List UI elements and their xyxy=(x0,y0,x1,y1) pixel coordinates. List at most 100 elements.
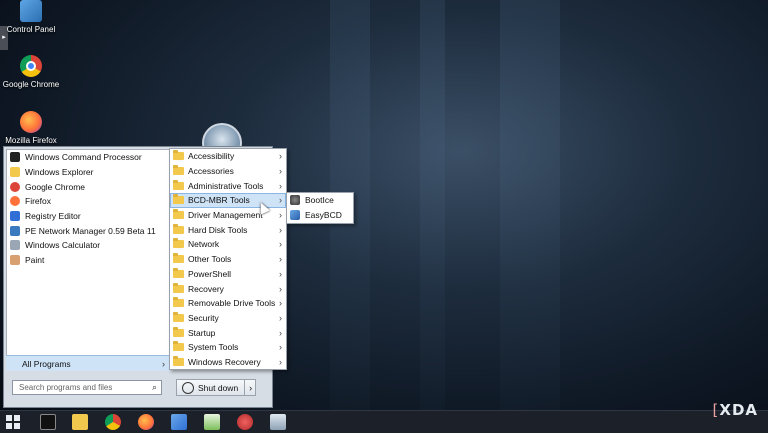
menu-item-security[interactable]: Security › xyxy=(170,311,286,326)
program-explorer[interactable]: Windows Explorer xyxy=(7,165,169,180)
chevron-right-icon: › xyxy=(279,327,282,338)
program-cmd[interactable]: Windows Command Processor xyxy=(7,150,169,165)
folder-icon xyxy=(10,167,20,178)
registry-icon[interactable] xyxy=(171,414,187,430)
divider xyxy=(244,380,246,395)
chevron-right-icon: › xyxy=(279,356,282,367)
desktop-icon-firefox[interactable]: Mozilla Firefox xyxy=(0,111,62,145)
chrome-icon xyxy=(10,181,20,192)
chevron-right-icon: › xyxy=(279,210,282,221)
paint-icon xyxy=(10,255,20,266)
all-programs-button[interactable]: All Programs › xyxy=(6,355,170,371)
menu-item-powershell[interactable]: PowerShell › xyxy=(170,267,286,282)
menu-item-bootice[interactable]: BootIce xyxy=(287,193,353,208)
menu-item-accessories[interactable]: Accessories › xyxy=(170,164,286,179)
program-label: Firefox xyxy=(25,196,51,207)
chevron-right-icon: › xyxy=(279,254,282,265)
chrome-icon[interactable] xyxy=(105,414,121,430)
calculator-icon xyxy=(10,240,20,251)
shutdown-label: Shut down xyxy=(198,382,239,393)
program-label: Google Chrome xyxy=(25,181,86,192)
chevron-right-icon[interactable]: › xyxy=(249,383,252,393)
control-panel-icon xyxy=(20,0,42,22)
menu-item-other-tools[interactable]: Other Tools › xyxy=(170,252,286,267)
folder-icon xyxy=(173,311,184,322)
chevron-right-icon: › xyxy=(279,180,282,191)
registry-icon xyxy=(10,211,20,222)
chevron-right-icon: › xyxy=(279,268,282,279)
menu-item-network[interactable]: Network › xyxy=(170,237,286,252)
shutdown-button[interactable]: Shut down › xyxy=(176,379,256,396)
program-firefox[interactable]: Firefox xyxy=(7,194,169,209)
start-icon[interactable] xyxy=(6,415,20,429)
program-paint[interactable]: Paint xyxy=(7,253,169,268)
start-menu-programs-list: Windows Command Processor Windows Explor… xyxy=(6,149,170,371)
menu-item-label: Other Tools xyxy=(188,254,232,265)
program-label: Windows Explorer xyxy=(25,167,94,178)
program-registry-editor[interactable]: Registry Editor xyxy=(7,209,169,224)
easybcd-icon xyxy=(290,210,300,221)
menu-item-label: EasyBCD xyxy=(305,210,342,221)
firefox-icon xyxy=(20,111,42,133)
menu-item-removable-drive-tools[interactable]: Removable Drive Tools › xyxy=(170,296,286,311)
calculator-icon[interactable] xyxy=(270,414,286,430)
chrome-icon xyxy=(20,55,42,77)
menu-item-label: BootIce xyxy=(305,195,334,206)
folder-icon xyxy=(173,267,184,278)
folder-icon xyxy=(173,194,184,205)
program-chrome[interactable]: Google Chrome xyxy=(7,179,169,194)
firefox-icon[interactable] xyxy=(138,414,154,430)
folder-icon xyxy=(173,341,184,352)
desktop-icon-control-panel[interactable]: Control Panel xyxy=(0,0,62,34)
desktop-icon-label: Mozilla Firefox xyxy=(5,136,57,145)
chevron-right-icon: › xyxy=(279,283,282,294)
menu-item-label: Windows Recovery xyxy=(188,356,261,367)
cmd-icon[interactable] xyxy=(40,414,56,430)
bootice-icon xyxy=(290,195,300,206)
program-calculator[interactable]: Windows Calculator xyxy=(7,238,169,253)
chevron-right-icon: › xyxy=(279,224,282,235)
cmd-icon xyxy=(10,152,20,163)
menu-item-label: Hard Disk Tools xyxy=(188,224,248,235)
search-input[interactable]: Search programs and files ⌕ xyxy=(12,380,162,395)
menu-item-label: Removable Drive Tools xyxy=(188,298,276,309)
program-pe-network-manager[interactable]: PE Network Manager 0.59 Beta 11 xyxy=(7,223,169,238)
program-label: Registry Editor xyxy=(25,211,81,222)
menu-item-windows-recovery[interactable]: Windows Recovery › xyxy=(170,355,286,370)
menu-item-label: Driver Management xyxy=(188,210,263,221)
menu-item-system-tools[interactable]: System Tools › xyxy=(170,340,286,355)
chevron-right-icon: › xyxy=(279,239,282,250)
network-icon xyxy=(10,225,20,236)
notepad-icon[interactable] xyxy=(204,414,220,430)
paint-icon[interactable] xyxy=(237,414,253,430)
programs-submenu: Accessibility › Accessories › Administrati… xyxy=(169,148,287,370)
folder-icon xyxy=(173,253,184,264)
chevron-right-icon: › xyxy=(279,312,282,323)
search-icon: ⌕ xyxy=(151,382,157,392)
menu-item-bcd-mbr-tools[interactable]: BCD-MBR Tools › xyxy=(170,193,286,208)
desktop-icon-chrome[interactable]: Google Chrome xyxy=(0,55,62,89)
desktop-icon-label: Google Chrome xyxy=(2,80,60,89)
search-placeholder: Search programs and files xyxy=(19,383,113,392)
watermark: [XDA xyxy=(712,401,758,419)
menu-item-startup[interactable]: Startup › xyxy=(170,325,286,340)
firefox-icon xyxy=(10,196,20,207)
menu-item-label: PowerShell xyxy=(188,268,231,279)
folder-icon xyxy=(173,209,184,220)
menu-item-easybcd[interactable]: EasyBCD xyxy=(287,208,353,223)
menu-item-hard-disk-tools[interactable]: Hard Disk Tools › xyxy=(170,222,286,237)
program-label: Paint xyxy=(25,255,45,266)
chevron-right-icon: › xyxy=(279,298,282,309)
folder-icon xyxy=(173,238,184,249)
chevron-right-icon: › xyxy=(279,342,282,353)
explorer-icon[interactable] xyxy=(72,414,88,430)
menu-item-label: Security xyxy=(188,312,219,323)
menu-item-recovery[interactable]: Recovery › xyxy=(170,281,286,296)
taskbar xyxy=(0,410,768,433)
menu-item-administrative-tools[interactable]: Administrative Tools › xyxy=(170,178,286,193)
folder-icon xyxy=(173,223,184,234)
menu-item-accessibility[interactable]: Accessibility › xyxy=(170,149,286,164)
menu-item-label: Administrative Tools xyxy=(188,180,264,191)
menu-item-label: Network xyxy=(188,239,220,250)
folder-icon xyxy=(173,179,184,190)
